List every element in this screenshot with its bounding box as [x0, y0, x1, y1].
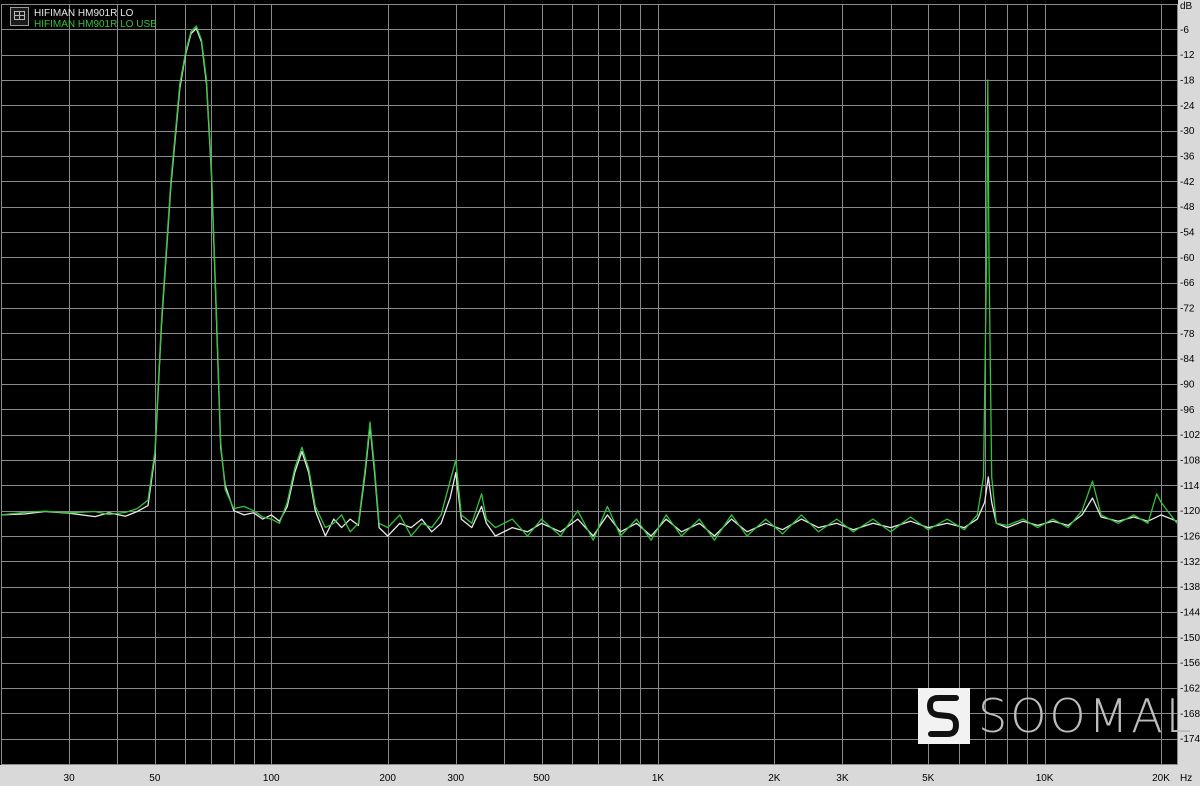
y-tick-label: -24	[1180, 101, 1195, 112]
y-tick-label: -42	[1180, 177, 1195, 188]
x-tick-label: 30	[64, 773, 76, 784]
soomal-logo-icon	[918, 688, 970, 744]
y-tick-label: -66	[1180, 278, 1195, 289]
y-tick-label: -90	[1180, 380, 1195, 391]
y-tick-label: -114	[1180, 481, 1200, 492]
y-tick-label: -144	[1180, 608, 1200, 619]
y-tick-label: -84	[1180, 354, 1195, 365]
y-tick-label: -78	[1180, 329, 1195, 340]
y-tick-label: -48	[1180, 202, 1195, 213]
y-tick-label: -30	[1180, 126, 1195, 137]
y-tick-label: -126	[1180, 532, 1200, 543]
y-axis-ticks: dB -6 -12 -18 -24 -30 -36 -42 -48 -54 -60 -66 -72 -78…	[1178, 0, 1200, 786]
y-tick-label: -54	[1180, 228, 1195, 239]
x-tick-label: 200	[379, 773, 396, 784]
watermark-text: SOOMAL	[978, 689, 1195, 743]
x-axis-ticks: 30 50 100 200 300 500 1K 2K 3K 5K 10K 20K Hz	[0, 765, 1200, 786]
y-tick-label: -156	[1180, 658, 1200, 669]
chart-window: dB -6 -12 -18 -24 -30 -36 -42 -48 -54 -60 -66 -72 -78…	[0, 0, 1200, 786]
x-tick-label: 500	[533, 773, 550, 784]
y-tick-label: -96	[1180, 405, 1195, 416]
y-tick-label: -36	[1180, 152, 1195, 163]
y-tick-label: -102	[1180, 430, 1200, 441]
x-tick-label: 3K	[836, 773, 849, 784]
x-axis-panel	[0, 765, 1200, 786]
y-tick-label: -108	[1180, 456, 1200, 467]
y-tick-label: -18	[1180, 76, 1195, 87]
y-tick-label: -138	[1180, 582, 1200, 593]
legend-entry-lo-usb: HIFIMAN HM901R LO USB	[34, 19, 157, 30]
x-tick-label: 20K	[1152, 773, 1170, 784]
y-tick-label: -132	[1180, 557, 1200, 568]
x-tick-label: 2K	[768, 773, 781, 784]
watermark: SOOMAL	[918, 688, 1191, 744]
x-tick-label: 100	[263, 773, 280, 784]
x-axis-unit-label: Hz	[1180, 773, 1192, 784]
legend-grid-icon[interactable]	[10, 7, 29, 26]
y-axis-label: dB	[1180, 1, 1193, 12]
x-tick-label: 50	[149, 773, 161, 784]
y-tick-label: -12	[1180, 50, 1195, 61]
y-tick-label: -120	[1180, 506, 1200, 517]
y-tick-label: -72	[1180, 304, 1195, 315]
spectrum-chart: dB -6 -12 -18 -24 -30 -36 -42 -48 -54 -60 -66 -72 -78…	[0, 0, 1200, 786]
y-tick-label: -60	[1180, 253, 1195, 264]
legend-entry-lo: HIFIMAN HM901R LO	[34, 8, 134, 19]
x-tick-label: 1K	[652, 773, 665, 784]
x-tick-label: 10K	[1036, 773, 1054, 784]
y-tick-label: -6	[1180, 25, 1189, 36]
x-tick-label: 300	[447, 773, 464, 784]
x-tick-label: 5K	[922, 773, 935, 784]
y-tick-label: -150	[1180, 633, 1200, 644]
